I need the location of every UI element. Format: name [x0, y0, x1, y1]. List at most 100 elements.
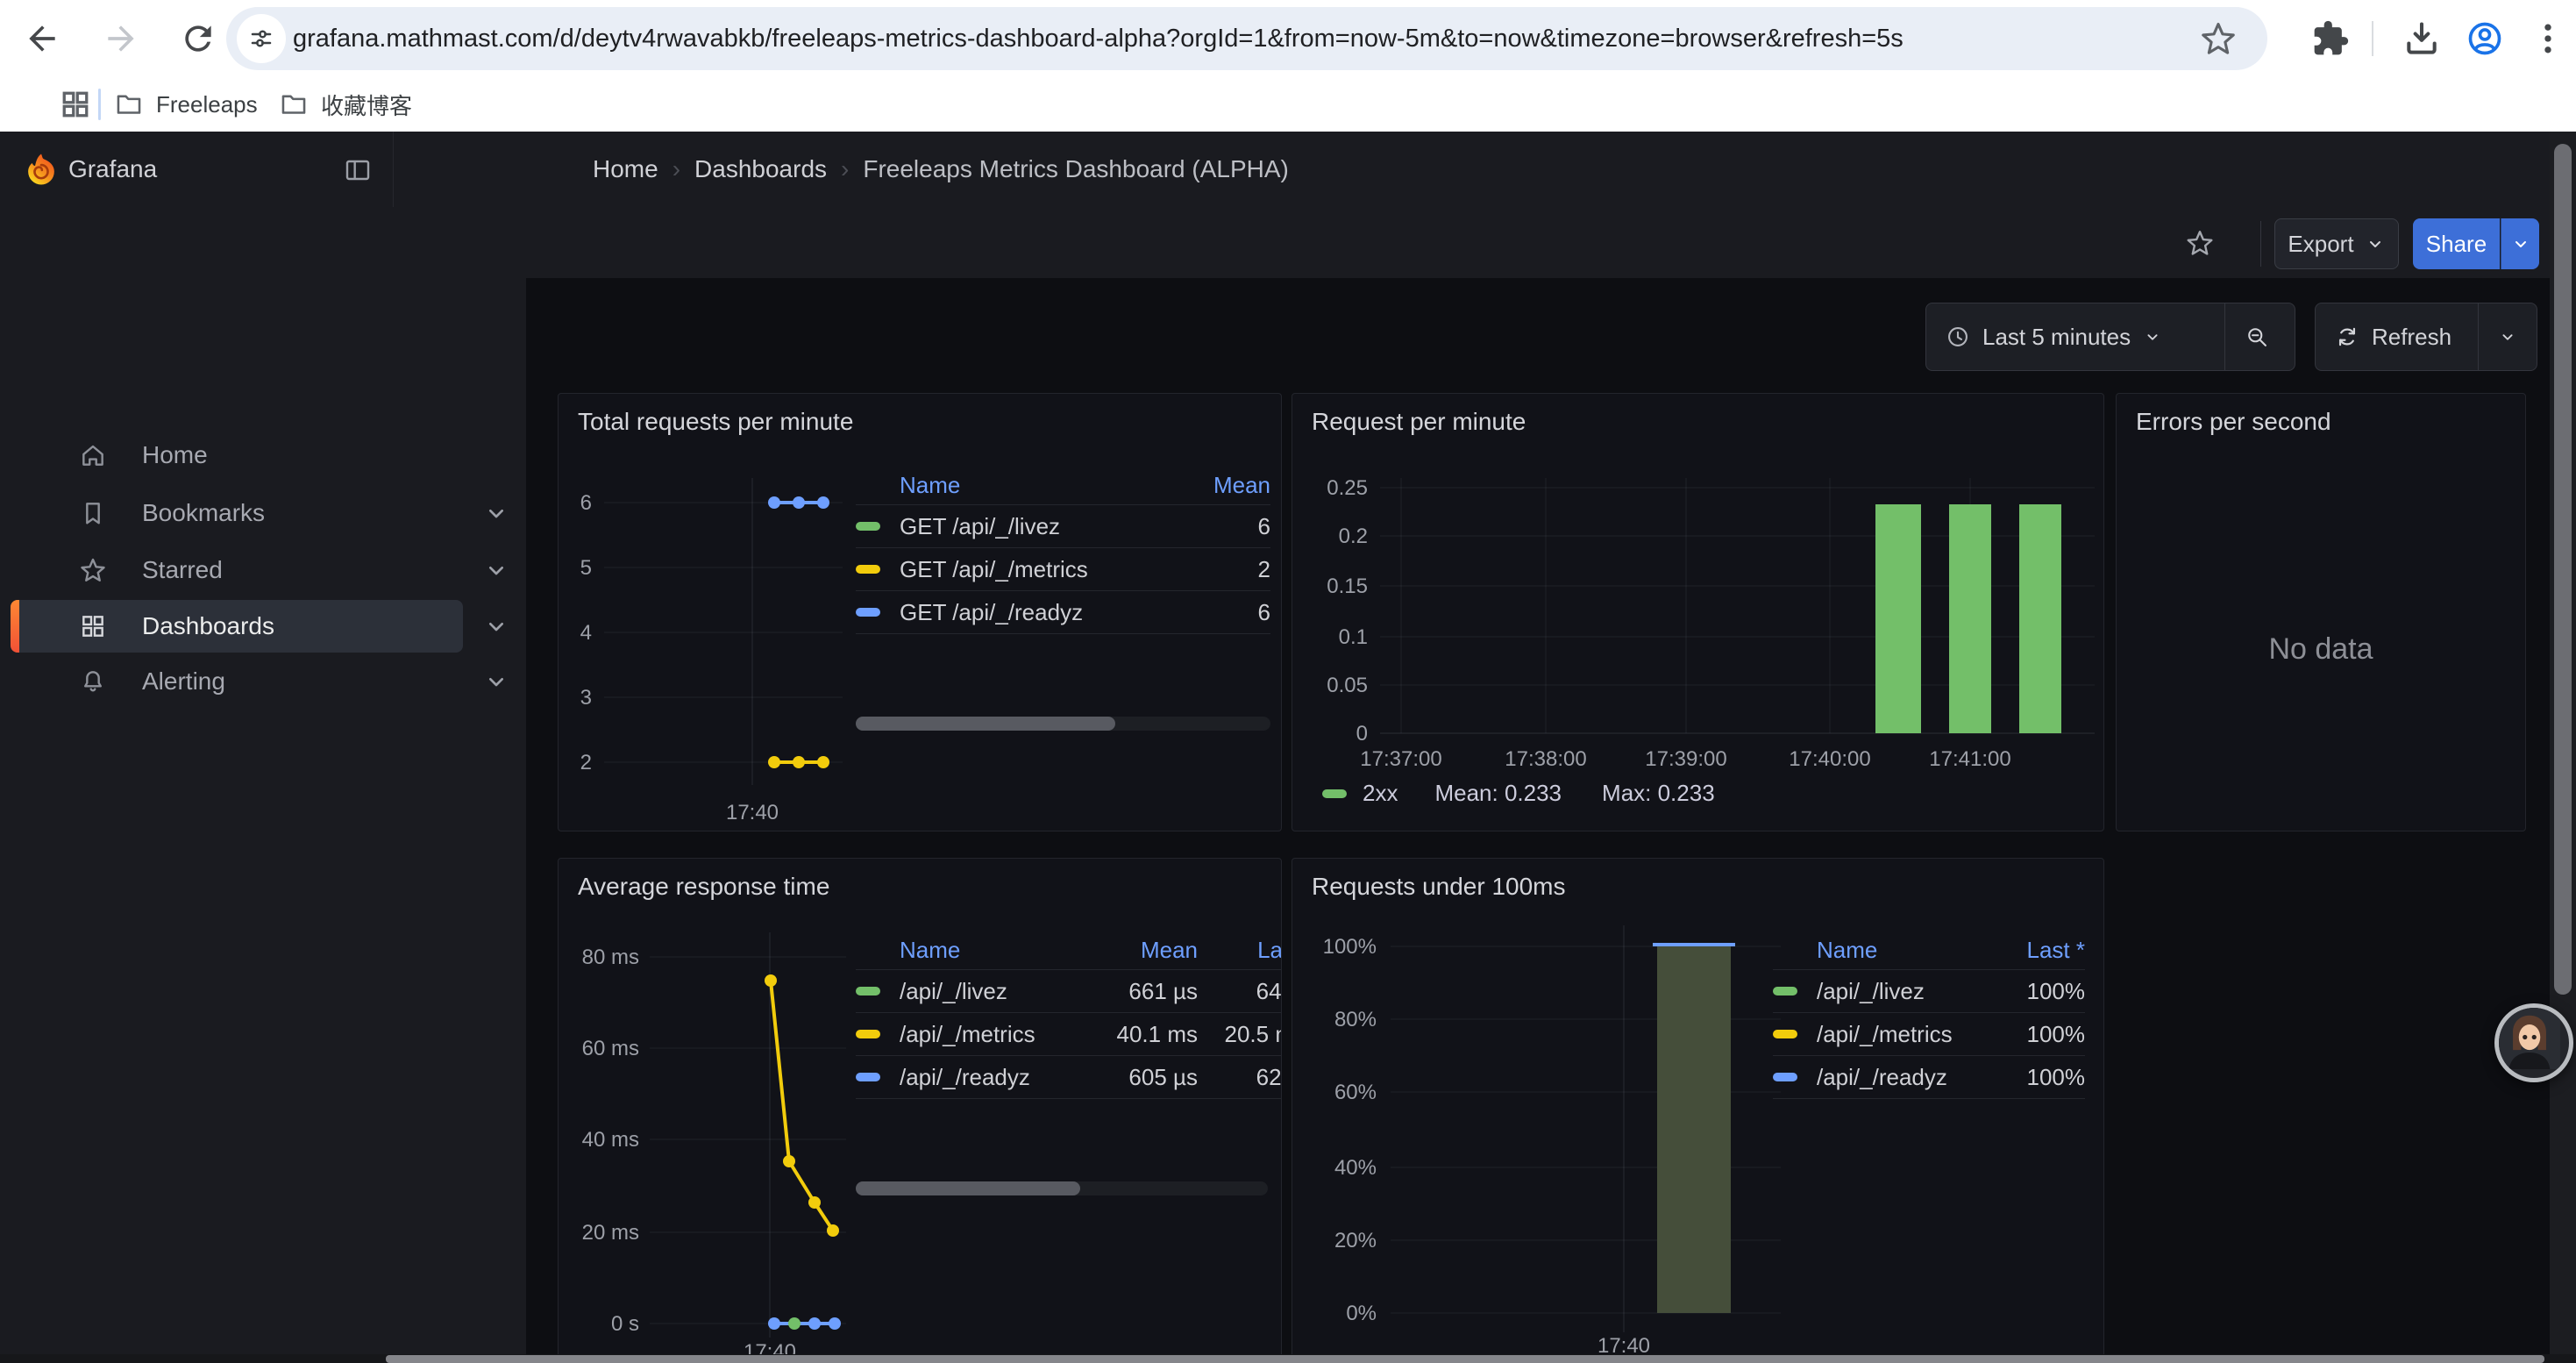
- legend-row[interactable]: /api/_/livez 661 µs 646: [856, 970, 1282, 1013]
- legend-row[interactable]: /api/_/metrics 100%: [1773, 1013, 2085, 1056]
- legend-col-mean[interactable]: Mean: [1200, 472, 1270, 499]
- mega-menu-toggle-icon[interactable]: [344, 156, 372, 184]
- legend-table: Name Mean GET /api/_/livez 6 GET /api/_/…: [856, 466, 1270, 634]
- legend-row[interactable]: GET /api/_/metrics 2: [856, 548, 1270, 591]
- legend-header: Name Mean: [856, 466, 1270, 505]
- series-name[interactable]: /api/_/readyz: [900, 1064, 1101, 1091]
- panel-average-response-time[interactable]: Average response time 80 ms 60 ms 40 ms …: [558, 858, 1282, 1363]
- series-name[interactable]: GET /api/_/livez: [900, 513, 1200, 540]
- svg-text:17:40: 17:40: [726, 801, 779, 824]
- bookmark-folder-freeleaps[interactable]: Freeleaps: [114, 83, 258, 125]
- refresh-label: Refresh: [2372, 324, 2451, 351]
- reload-icon[interactable]: [179, 19, 217, 58]
- legend-header: Name Mean Las: [856, 931, 1282, 970]
- floating-assistant-avatar[interactable]: [2494, 1003, 2573, 1082]
- panel-errors-per-second[interactable]: Errors per second No data: [2116, 393, 2526, 831]
- bookmark-folder-blogs[interactable]: 收藏博客: [279, 83, 412, 125]
- sidebar-item-home[interactable]: Home: [0, 430, 526, 481]
- sidebar-item-alerting[interactable]: Alerting: [0, 656, 526, 707]
- downloads-icon[interactable]: [2402, 19, 2441, 58]
- legend-scrollbar[interactable]: [856, 717, 1270, 731]
- favorite-star-icon[interactable]: [2185, 228, 2215, 258]
- series-last: 620: [1198, 1064, 1282, 1091]
- series-name[interactable]: /api/_/livez: [1817, 978, 1989, 1005]
- legend-col-name[interactable]: Name: [1817, 937, 1989, 964]
- time-range-picker[interactable]: Last 5 minutes: [1926, 303, 2224, 370]
- svg-text:17:41:00: 17:41:00: [1929, 747, 2010, 771]
- breadcrumb-home[interactable]: Home: [593, 155, 658, 182]
- grafana-logo[interactable]: [23, 151, 60, 188]
- legend-scrollbar[interactable]: [856, 1181, 1268, 1195]
- sidebar-item-dashboards[interactable]: Dashboards: [0, 601, 526, 652]
- legend-col-last[interactable]: Last *: [1989, 937, 2085, 964]
- url-text[interactable]: grafana.mathmast.com/d/deytv4rwavabkb/fr…: [293, 7, 1904, 70]
- bookmark-folder-label: Freeleaps: [156, 91, 258, 118]
- svg-text:40%: 40%: [1334, 1156, 1377, 1180]
- svg-text:6: 6: [580, 491, 592, 515]
- horizontal-scrollbar-thumb[interactable]: [386, 1355, 2544, 1363]
- pill-spacer: [856, 946, 880, 954]
- legend-row[interactable]: GET /api/_/readyz 6: [856, 591, 1270, 634]
- series-mean: Mean: 0.233: [1434, 780, 1562, 807]
- extensions-icon[interactable]: [2311, 19, 2350, 58]
- svg-text:4: 4: [580, 621, 592, 645]
- series-name[interactable]: /api/_/metrics: [1817, 1021, 1989, 1048]
- refresh-button[interactable]: Refresh: [2316, 303, 2478, 370]
- panel-requests-under-100ms[interactable]: Requests under 100ms 100% 80% 60% 40% 20…: [1292, 858, 2104, 1363]
- series-color-pill: [856, 565, 880, 574]
- site-settings-icon[interactable]: [237, 14, 286, 63]
- series-name[interactable]: /api/_/readyz: [1817, 1064, 1989, 1091]
- export-button[interactable]: Export: [2274, 218, 2399, 269]
- panel-request-per-minute[interactable]: Request per minute 0.25 0.2 0.15 0.1 0.0…: [1292, 393, 2104, 831]
- breadcrumb-current: Freeleaps Metrics Dashboard (ALPHA): [863, 155, 1289, 182]
- pill-spacer: [856, 481, 880, 489]
- browser-menu-icon[interactable]: [2529, 19, 2567, 58]
- back-icon[interactable]: [23, 19, 61, 58]
- svg-text:40 ms: 40 ms: [582, 1128, 639, 1152]
- legend-row[interactable]: /api/_/readyz 100%: [1773, 1056, 2085, 1099]
- chevron-down-icon[interactable]: [482, 612, 510, 640]
- share-menu-button[interactable]: [2501, 218, 2539, 269]
- share-button[interactable]: Share: [2413, 218, 2500, 269]
- zoom-out-button[interactable]: [2224, 303, 2288, 370]
- sidebar-item-label: Dashboards: [142, 612, 274, 640]
- legend-table: Name Mean Las /api/_/livez 661 µs 646 /a…: [856, 931, 1282, 1099]
- svg-text:100%: 100%: [1323, 935, 1377, 959]
- legend-col-last[interactable]: Las: [1198, 937, 1282, 964]
- legend-col-name[interactable]: Name: [900, 937, 1101, 964]
- chevron-down-icon[interactable]: [482, 499, 510, 527]
- series-color-pill: [1773, 1030, 1797, 1038]
- screen: grafana.mathmast.com/d/deytv4rwavabkb/fr…: [0, 0, 2576, 1363]
- series-name[interactable]: /api/_/livez: [900, 978, 1101, 1005]
- svg-text:0.25: 0.25: [1327, 476, 1368, 500]
- legend-row[interactable]: /api/_/readyz 605 µs 620: [856, 1056, 1282, 1099]
- legend-row[interactable]: /api/_/metrics 40.1 ms 20.5 m: [856, 1013, 1282, 1056]
- series-color-pill: [1773, 987, 1797, 995]
- svg-text:20 ms: 20 ms: [582, 1221, 639, 1245]
- series-name[interactable]: GET /api/_/readyz: [900, 599, 1200, 626]
- series-last: 646: [1198, 978, 1282, 1005]
- breadcrumb-dashboards[interactable]: Dashboards: [694, 155, 827, 182]
- series-name[interactable]: GET /api/_/metrics: [900, 556, 1200, 583]
- series-mean: 605 µs: [1101, 1064, 1198, 1091]
- forward-icon[interactable]: [102, 19, 140, 58]
- legend-col-mean[interactable]: Mean: [1101, 937, 1198, 964]
- panel-title[interactable]: Errors per second: [2136, 408, 2331, 436]
- legend-row[interactable]: GET /api/_/livez 6: [856, 505, 1270, 548]
- series-name[interactable]: /api/_/metrics: [900, 1021, 1101, 1048]
- bookmark-star-icon[interactable]: [2199, 19, 2238, 58]
- panel-total-requests[interactable]: Total requests per minute 6 5 4 3 2 17:4…: [558, 393, 1282, 831]
- series-name[interactable]: 2xx: [1363, 780, 1398, 807]
- sidebar-item-bookmarks[interactable]: Bookmarks: [0, 488, 526, 539]
- address-bar[interactable]: grafana.mathmast.com/d/deytv4rwavabkb/fr…: [226, 7, 2267, 70]
- profile-icon[interactable]: [2466, 19, 2504, 58]
- apps-grid-icon[interactable]: [60, 89, 91, 120]
- chevron-down-icon[interactable]: [482, 667, 510, 696]
- refresh-interval-button[interactable]: [2478, 303, 2537, 370]
- chevron-down-icon[interactable]: [482, 556, 510, 584]
- sidebar-item-starred[interactable]: Starred: [0, 545, 526, 596]
- legend-row[interactable]: /api/_/livez 100%: [1773, 970, 2085, 1013]
- vertical-scrollbar-thumb[interactable]: [2554, 144, 2572, 995]
- toolbar-divider: [2372, 21, 2373, 56]
- legend-col-name[interactable]: Name: [900, 472, 1200, 499]
